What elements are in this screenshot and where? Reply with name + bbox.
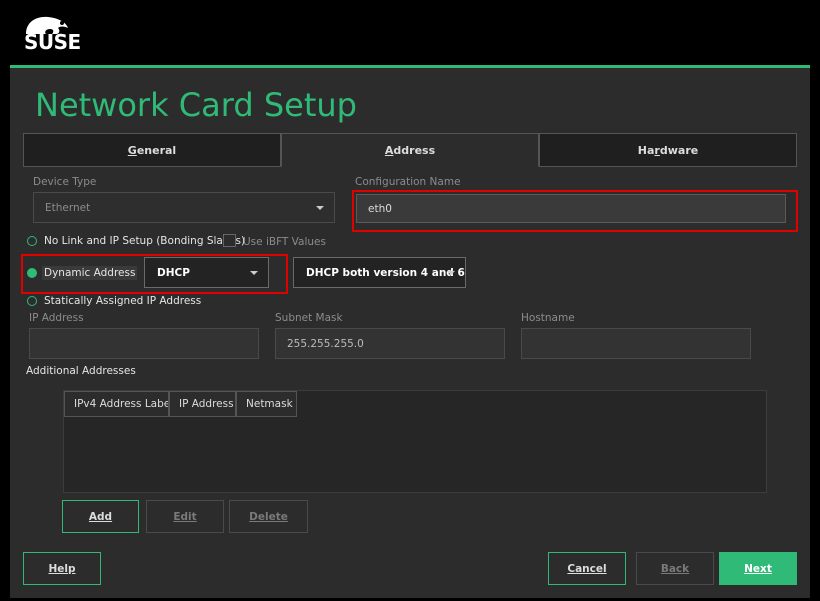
subnet-mask-input[interactable]: 255.255.255.0 <box>275 328 505 359</box>
back-button-label: Back <box>660 562 690 575</box>
chevron-down-icon <box>447 270 455 275</box>
chevron-down-icon <box>316 205 324 210</box>
dynamic-address-radio[interactable] <box>27 268 37 278</box>
tab-general-mnemonic: G <box>127 143 137 157</box>
cancel-button-label: Cancel <box>567 562 607 575</box>
suse-logo: SUSE <box>22 14 102 54</box>
edit-button[interactable]: Edit <box>146 500 224 533</box>
hostname-label: Hostname <box>521 312 575 324</box>
chevron-down-icon <box>250 270 258 275</box>
static-address-radio[interactable] <box>27 296 37 306</box>
back-button[interactable]: Back <box>636 552 714 585</box>
add-button-label: Add <box>88 510 113 523</box>
configuration-name-input[interactable]: eth0 <box>356 194 786 223</box>
delete-button[interactable]: Delete <box>229 500 308 533</box>
no-link-label: No Link and IP Setup (Bonding Slaves) <box>44 235 246 247</box>
tab-address-mnemonic: A <box>384 143 394 157</box>
tab-address-label: ddress <box>393 143 436 157</box>
logo-text: SUSE <box>24 30 81 54</box>
dynamic-address-label: Dynamic Address <box>42 266 138 280</box>
tab-hardware-label: dware <box>659 143 699 157</box>
add-button[interactable]: Add <box>62 500 139 533</box>
ip-address-input[interactable] <box>29 328 259 359</box>
device-type-select[interactable]: Ethernet <box>33 192 335 223</box>
subnet-mask-label: Subnet Mask <box>275 312 343 324</box>
help-button[interactable]: Help <box>23 552 101 585</box>
column-header-ip-address[interactable]: IP Address <box>169 391 236 417</box>
no-link-radio[interactable] <box>27 236 37 246</box>
dhcp-version-select[interactable]: DHCP both version 4 and 6 <box>293 257 466 288</box>
tab-general-label: eneral <box>136 143 177 157</box>
subnet-mask-value: 255.255.255.0 <box>287 337 364 350</box>
additional-addresses-label: Additional Addresses <box>26 365 136 377</box>
tab-hardware[interactable]: Ha r dware <box>539 133 797 167</box>
device-type-value: Ethernet <box>45 201 91 214</box>
use-ibft-label: Use iBFT Values <box>243 236 326 248</box>
device-type-label: Device Type <box>33 176 97 188</box>
delete-button-label: Delete <box>249 510 288 523</box>
dynamic-mode-value: DHCP <box>157 266 190 279</box>
tab-general[interactable]: General <box>23 133 281 167</box>
column-header-ipv4-label[interactable]: IPv4 Address Label <box>64 391 169 417</box>
tab-hardware-prefix: Ha <box>637 143 655 157</box>
dynamic-mode-select[interactable]: DHCP <box>144 257 269 288</box>
next-button[interactable]: Next <box>719 552 797 585</box>
configuration-name-value: eth0 <box>368 202 392 215</box>
tab-address[interactable]: Address <box>281 133 539 167</box>
page-title: Network Card Setup <box>35 86 357 124</box>
next-button-label: Next <box>744 562 772 575</box>
use-ibft-checkbox[interactable] <box>223 234 236 247</box>
hostname-input[interactable] <box>521 328 751 359</box>
column-header-netmask[interactable]: Netmask <box>236 391 297 417</box>
edit-button-label: Edit <box>173 510 197 523</box>
help-button-label: Help <box>48 562 76 575</box>
dhcp-version-value: DHCP both version 4 and 6 <box>306 266 465 279</box>
ip-address-label: IP Address <box>29 312 84 324</box>
configuration-name-label: Configuration Name <box>355 176 461 188</box>
static-address-label: Statically Assigned IP Address <box>44 295 202 307</box>
cancel-button[interactable]: Cancel <box>548 552 626 585</box>
